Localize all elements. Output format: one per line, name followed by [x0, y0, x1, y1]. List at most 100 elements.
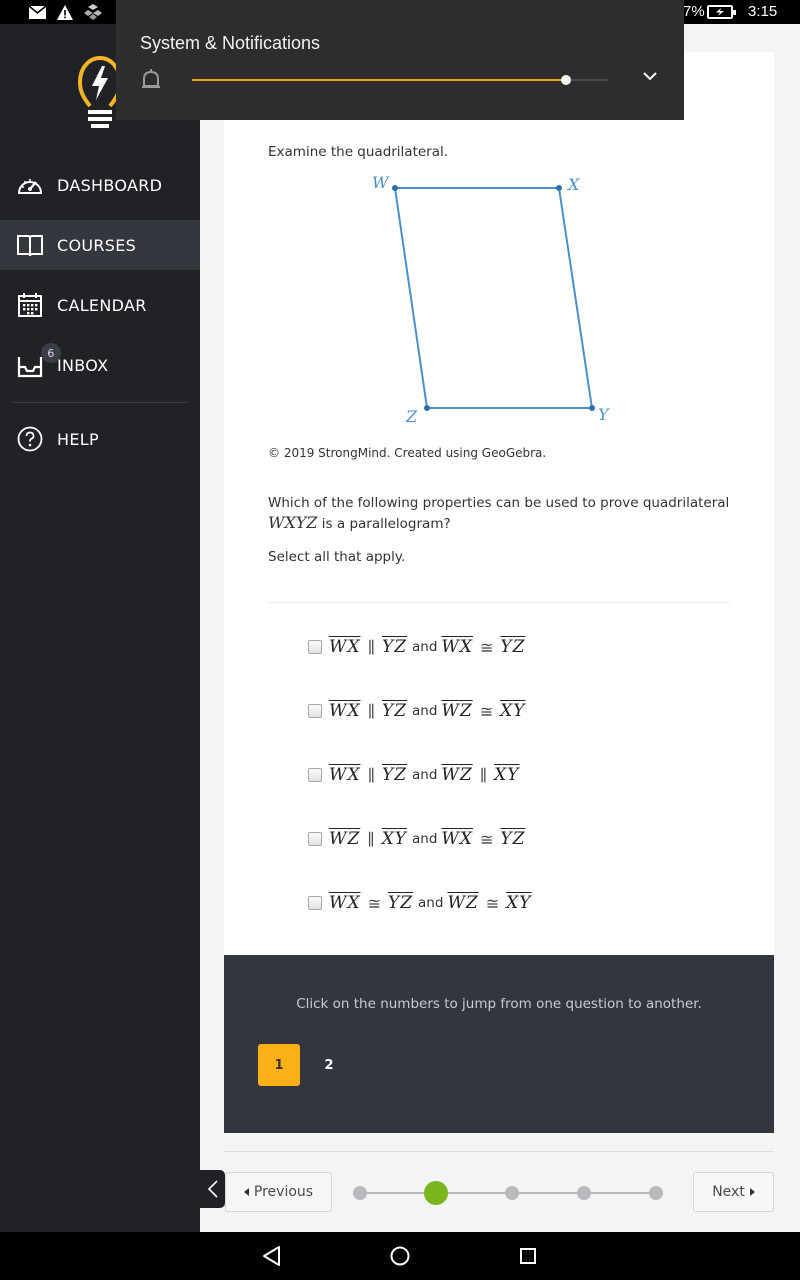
answer-choice[interactable]: WX ∥ YZ and WZ ∥ XY: [308, 762, 519, 788]
progress-step[interactable]: [505, 1186, 519, 1200]
volume-slider[interactable]: [192, 75, 608, 85]
instruction-text: Select all that apply.: [268, 549, 406, 565]
sidebar-divider: [12, 402, 188, 403]
segment: YZ: [387, 893, 414, 913]
app-icon: [84, 3, 102, 21]
segment: WX: [441, 637, 473, 657]
warning-icon: [56, 3, 74, 21]
segment: YZ: [381, 765, 408, 785]
relation-symbol: ≅: [485, 893, 500, 913]
answer-choice[interactable]: WX ∥ YZ and WZ ≅ XY: [308, 698, 525, 724]
quadrilateral-outline: [393, 187, 594, 409]
sidebar-item-label: INBOX: [57, 355, 109, 375]
next-button[interactable]: Next: [693, 1172, 774, 1212]
vertex-x: [556, 185, 562, 191]
sidebar-item-calendar[interactable]: CALENDAR: [0, 280, 200, 330]
sidebar-item-help[interactable]: HELP: [0, 414, 200, 464]
collapse-sidebar-button[interactable]: [200, 1170, 225, 1208]
sidebar-item-dashboard[interactable]: DASHBOARD: [0, 160, 200, 210]
navigator-hint: Click on the numbers to jump from one qu…: [296, 996, 702, 1012]
segment: WX: [329, 701, 361, 721]
quadrilateral-shape: [393, 187, 594, 409]
conjunction: and: [412, 703, 438, 719]
segment: WX: [329, 637, 361, 657]
sidebar: DASHBOARD COURSES CALENDAR 6 INBOX HELP: [0, 24, 200, 1232]
progress-step-current[interactable]: [424, 1181, 448, 1205]
sidebar-item-label: HELP: [57, 429, 99, 449]
segment: WZ: [329, 829, 361, 849]
next-label: Next: [712, 1184, 745, 1200]
checkbox[interactable]: [308, 768, 322, 782]
progress-step[interactable]: [649, 1186, 663, 1200]
previous-button[interactable]: Previous: [225, 1172, 332, 1212]
segment: WX: [329, 893, 361, 913]
segment: WX: [329, 765, 361, 785]
segment: WZ: [441, 765, 473, 785]
segment: WZ: [441, 701, 473, 721]
conjunction: and: [418, 895, 444, 911]
segment: YZ: [500, 637, 526, 657]
question-2-button[interactable]: 2: [308, 1044, 350, 1086]
expand-panel-button[interactable]: [638, 64, 662, 88]
question-navigator: Click on the numbers to jump from one qu…: [224, 955, 774, 1133]
clock: 3:15: [748, 3, 778, 20]
question-math: WXYZ: [268, 513, 318, 532]
conjunction: and: [412, 767, 438, 783]
answer-choice[interactable]: WX ∥ YZ and WX ≅ YZ: [308, 634, 525, 660]
mail-icon: [28, 3, 46, 21]
dashboard-gauge-icon: [16, 171, 44, 199]
vertex-label-z: Z: [405, 407, 418, 426]
checkbox[interactable]: [308, 896, 322, 910]
answer-choice[interactable]: WZ ∥ XY and WX ≅ YZ: [308, 826, 525, 852]
question-prompt: Which of the following properties can be…: [268, 493, 738, 534]
caret-right-icon: [749, 1188, 755, 1196]
book-icon: [16, 231, 44, 259]
home-button[interactable]: [386, 1242, 414, 1270]
segment: XY: [506, 893, 532, 913]
vertex-y: [589, 405, 595, 411]
answer-choice[interactable]: WX ≅ YZ and WZ ≅ XY: [308, 890, 531, 916]
relation-symbol: ≅: [367, 893, 381, 913]
segment: YZ: [381, 701, 408, 721]
vertex-label-w: W: [372, 173, 390, 192]
footer-divider: [224, 1151, 774, 1152]
question-1-button[interactable]: 1: [258, 1044, 300, 1086]
lesson-progress: [353, 1181, 663, 1205]
progress-step[interactable]: [577, 1186, 591, 1200]
sidebar-item-label: CALENDAR: [57, 295, 147, 315]
relation-symbol: ≅: [480, 829, 494, 849]
inbox-icon: 6: [16, 343, 61, 379]
help-circle-icon: [16, 425, 44, 453]
question-card: Examine the quadrilateral. WXYZ © 2019 S…: [224, 52, 774, 956]
chevron-left-icon: [207, 1180, 218, 1198]
sidebar-item-courses[interactable]: COURSES: [0, 220, 200, 270]
bell-icon: [141, 68, 161, 96]
segment: XY: [500, 701, 526, 721]
volume-slider-thumb[interactable]: [561, 75, 572, 85]
home-circle-icon: [390, 1246, 410, 1266]
recents-square-icon: [520, 1248, 536, 1264]
notification-panel-title: System & Notifications: [140, 33, 321, 53]
relation-symbol: ∥: [367, 829, 375, 849]
vertex-w: [392, 185, 398, 191]
sidebar-item-inbox[interactable]: 6 INBOX: [0, 340, 200, 390]
relation-symbol: ∥: [367, 765, 375, 785]
checkbox[interactable]: [308, 704, 322, 718]
back-triangle-icon: [263, 1246, 280, 1266]
conjunction: and: [412, 831, 438, 847]
battery-percent: 7%: [683, 3, 705, 20]
segment: YZ: [500, 829, 526, 849]
volume-slider-fill: [192, 79, 567, 81]
recents-button[interactable]: [514, 1242, 542, 1270]
checkbox[interactable]: [308, 832, 322, 846]
relation-symbol: ≅: [480, 637, 494, 657]
checkbox[interactable]: [308, 640, 322, 654]
conjunction: and: [412, 639, 438, 655]
figure-credit: © 2019 StrongMind. Created using GeoGebr…: [268, 446, 547, 460]
progress-step[interactable]: [353, 1186, 367, 1200]
segment: XY: [381, 829, 408, 849]
vertex-label-x: X: [566, 175, 580, 194]
sidebar-item-label: COURSES: [57, 235, 137, 255]
status-icons: [28, 3, 102, 21]
back-button[interactable]: [258, 1242, 286, 1270]
